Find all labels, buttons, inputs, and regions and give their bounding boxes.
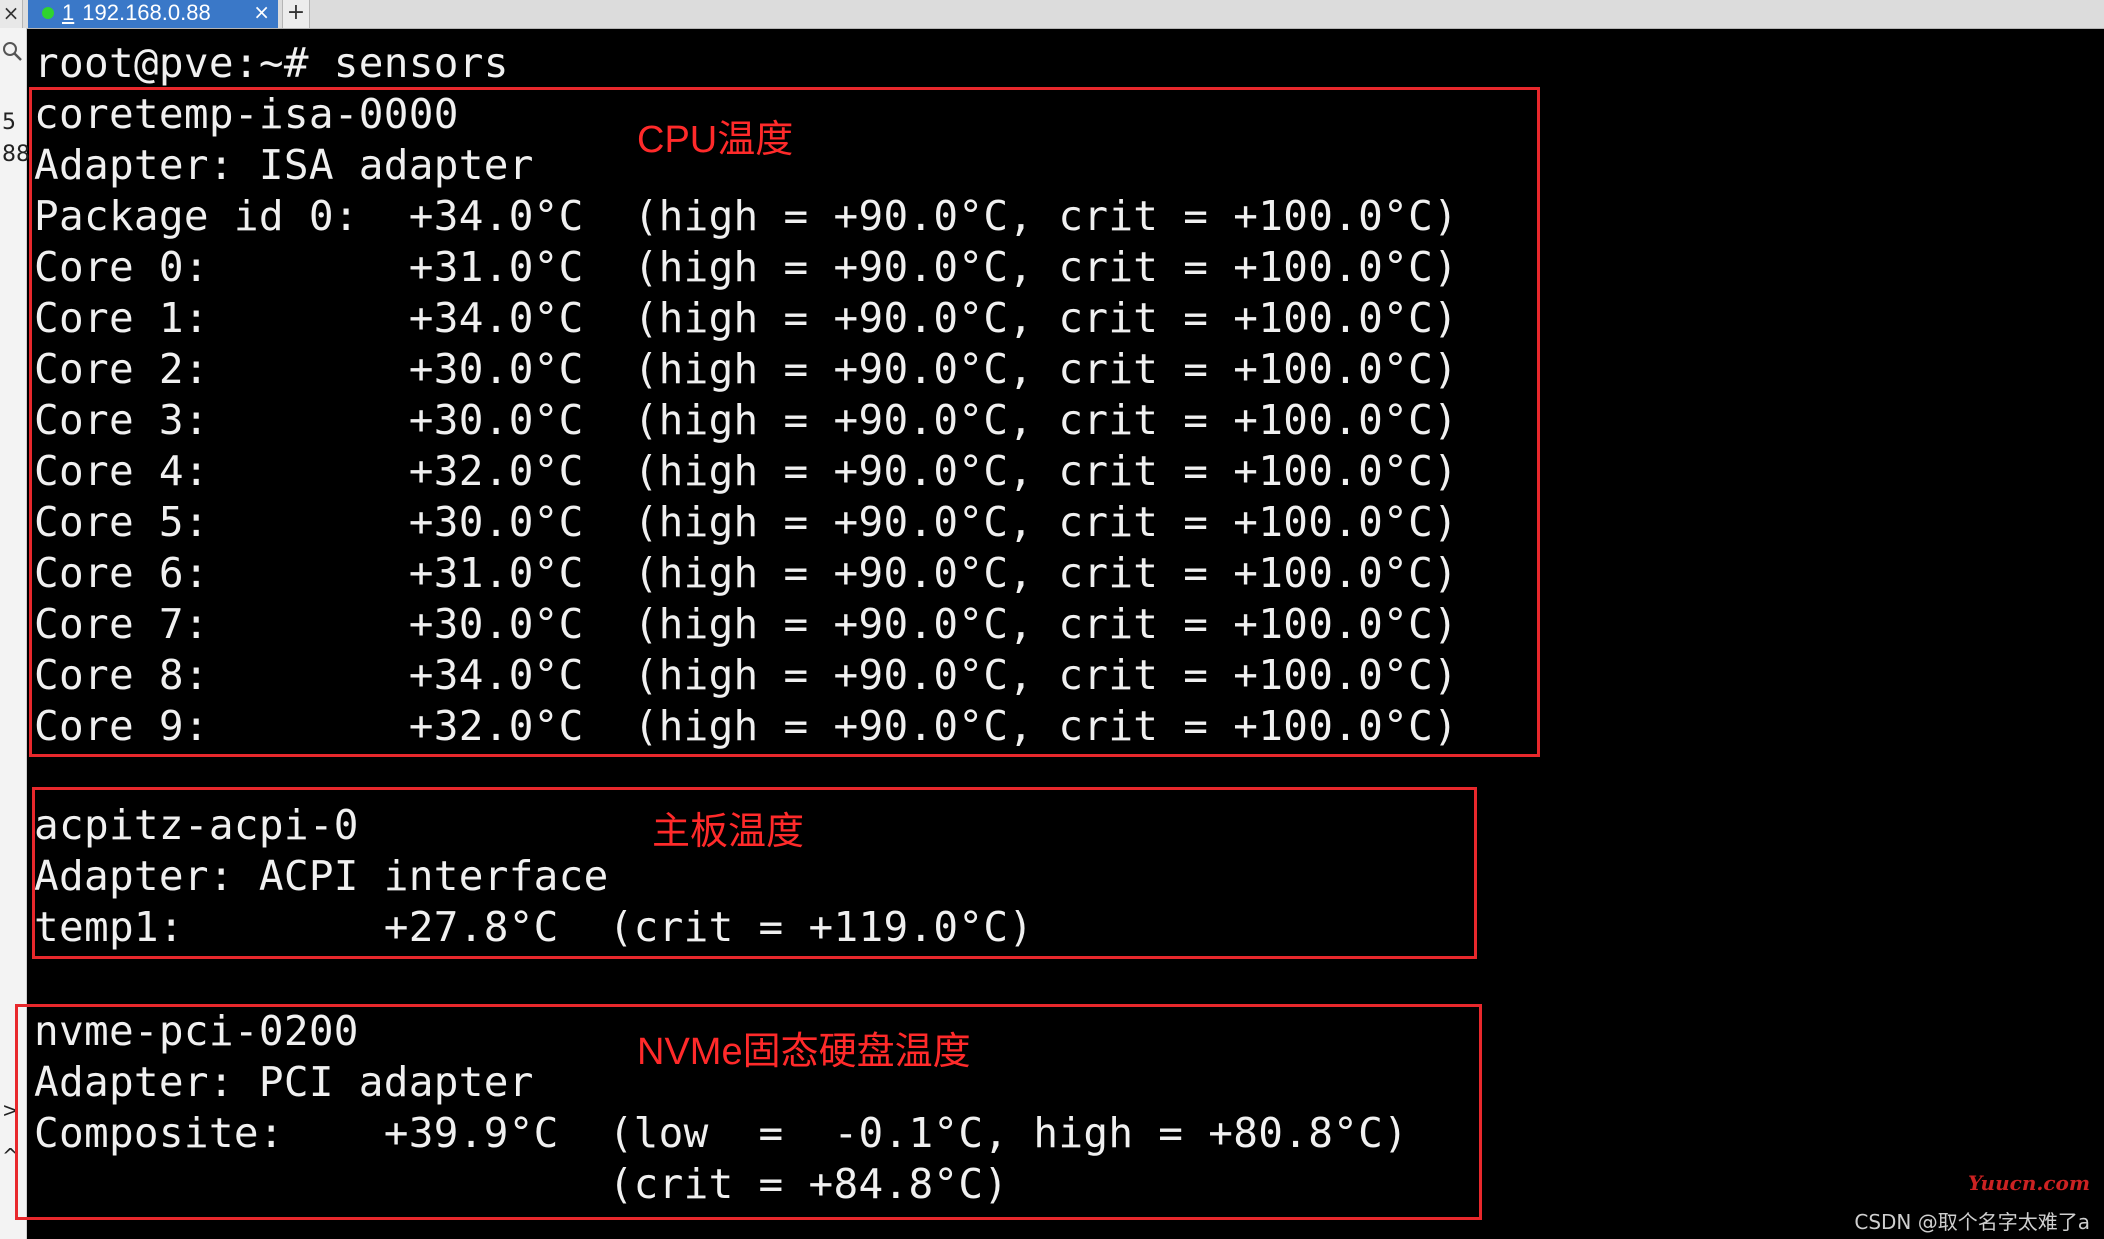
cpu-temp-highlight-box xyxy=(29,87,1540,757)
author-watermark: CSDN @取个名字太难了a xyxy=(1854,1210,2090,1234)
nvme-temp-annotation: NVMe固态硬盘温度 xyxy=(637,1031,971,1073)
tab-session-1[interactable]: 1 192.168.0.88 × xyxy=(28,0,278,28)
close-all-icon[interactable]: × xyxy=(0,0,23,28)
tab-index: 1 xyxy=(62,0,75,25)
tab-close-icon[interactable]: × xyxy=(253,0,270,24)
tab-title: 192.168.0.88 xyxy=(82,0,211,25)
sidebar-text-2: 88 xyxy=(2,142,30,167)
site-watermark: Yuucn.com xyxy=(1968,1171,2090,1195)
motherboard-temp-annotation: 主板温度 xyxy=(652,811,805,853)
terminal-line: root@pve:~# sensors xyxy=(34,39,509,87)
terminal-window: × 1 192.168.0.88 × + 5 88 > ^ root@pve:~#… xyxy=(0,0,2104,1239)
tab-bar: × 1 192.168.0.88 × + xyxy=(0,0,2104,29)
search-icon[interactable] xyxy=(1,40,23,62)
cpu-temp-annotation: CPU温度 xyxy=(637,119,794,161)
new-tab-button[interactable]: + xyxy=(282,0,310,28)
connected-status-icon xyxy=(42,7,54,19)
sidebar-text-1: 5 xyxy=(2,110,16,135)
